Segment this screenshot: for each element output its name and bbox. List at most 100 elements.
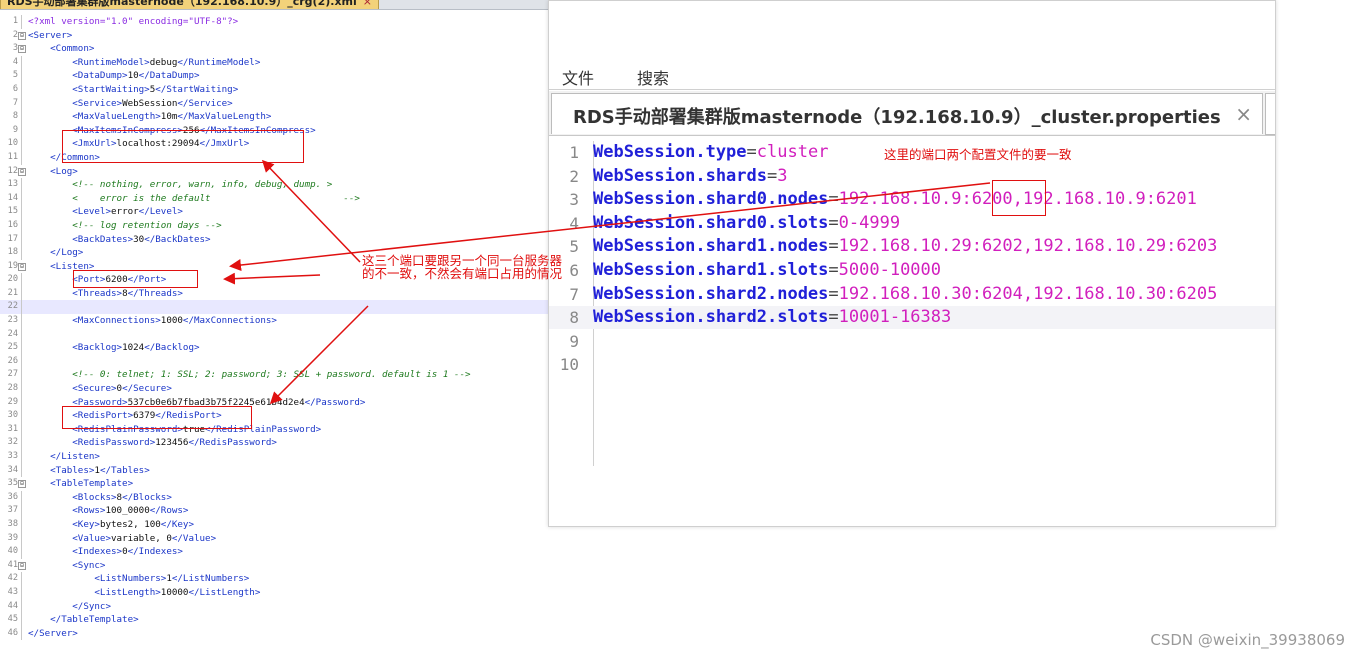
fold-guide bbox=[21, 626, 22, 641]
menu-bar: 文件 搜索 bbox=[549, 67, 1275, 90]
xml-token bbox=[28, 342, 72, 353]
xml-token: </BackDates> bbox=[144, 233, 211, 245]
xml-line-code: <!-- log retention days --> bbox=[28, 219, 222, 233]
menu-file[interactable]: 文件 bbox=[562, 67, 594, 89]
xml-token: <!-- log retention days --> bbox=[72, 219, 222, 231]
xml-code-area[interactable]: 1 <?xml version="1.0" encoding="UTF-8"?> 2… bbox=[0, 15, 548, 641]
property-key: WebSession.type bbox=[593, 142, 747, 162]
fold-toggle-icon[interactable]: ⊟ bbox=[18, 262, 26, 271]
xml-token: debug bbox=[149, 56, 178, 68]
xml-line: 41 ⊟ <Sync> bbox=[0, 559, 548, 573]
xml-token: </MaxValueLength> bbox=[177, 111, 272, 123]
fold-guide bbox=[21, 246, 22, 260]
xml-token bbox=[28, 601, 72, 612]
xml-line-code: <DataDump>10</DataDump> bbox=[28, 69, 199, 83]
xml-line-code: <Indexes>0</Indexes> bbox=[28, 545, 183, 559]
xml-line: 40 <Indexes>0</Indexes> bbox=[0, 545, 548, 559]
xml-line-code: </Log> bbox=[28, 246, 83, 260]
xml-token bbox=[28, 451, 50, 462]
fold-toggle-icon[interactable]: ⊟ bbox=[18, 45, 26, 54]
xml-token bbox=[28, 437, 72, 448]
xml-line: 46 </Server> bbox=[0, 626, 548, 641]
xml-line: 39 <Value>variable, 0</Value> bbox=[0, 531, 548, 546]
xml-token: </ListNumbers> bbox=[171, 573, 250, 585]
xml-token bbox=[28, 533, 72, 544]
highlight-box-redisport bbox=[62, 406, 252, 429]
xml-tab-bar: RDS手动部署集群版masternode（192.168.10.9）_crg(2… bbox=[0, 0, 548, 10]
next-tab-stub[interactable] bbox=[1265, 93, 1275, 135]
fold-guide bbox=[21, 531, 22, 546]
xml-line-code: <MaxValueLength>10m</MaxValueLength> bbox=[28, 110, 271, 124]
xml-token: <RuntimeModel> bbox=[72, 56, 150, 68]
line-number: 8 bbox=[12, 111, 18, 122]
fold-toggle-icon[interactable]: ⊟ bbox=[18, 561, 26, 570]
fold-guide bbox=[21, 572, 22, 586]
xml-line: 33 </Listen> bbox=[0, 450, 548, 464]
xml-token bbox=[28, 614, 50, 625]
xml-line: 12 ⊟ <Log> bbox=[0, 165, 548, 179]
menu-search[interactable]: 搜索 bbox=[637, 67, 669, 89]
properties-code-area[interactable]: 1 WebSession.type=cluster 2 WebSession.shar… bbox=[549, 141, 1275, 471]
fold-guide bbox=[21, 110, 22, 124]
xml-line: 15 <Level>error</Level> bbox=[0, 205, 548, 219]
annotation-ports-consistent: 这里的端口两个配置文件的要一致 bbox=[884, 147, 1072, 162]
line-number: 39 bbox=[7, 532, 18, 543]
line-number: 27 bbox=[7, 369, 18, 380]
line-number: 16 bbox=[7, 219, 18, 230]
property-value: 3 bbox=[777, 165, 788, 186]
xml-token: 123456 bbox=[155, 437, 189, 449]
xml-line: 16 <!-- log retention days --> bbox=[0, 218, 548, 233]
properties-line-code: WebSession.shard2.slots=10001-16383 bbox=[593, 306, 951, 329]
xml-line: 13 <!-- nothing, error, warn, info, debu… bbox=[0, 178, 548, 192]
xml-line: 37 <Rows>100_0000</Rows> bbox=[0, 504, 548, 518]
xml-line-code: <Secure>0</Secure> bbox=[28, 382, 172, 396]
xml-editor-pane: RDS手动部署集群版masternode（192.168.10.9）_crg(2… bbox=[0, 0, 548, 657]
xml-line: 28 <Secure>0</Secure> bbox=[0, 382, 548, 396]
line-number: 30 bbox=[7, 410, 18, 421]
xml-token: < error is the default --> bbox=[72, 192, 360, 204]
xml-token: <Rows> bbox=[72, 505, 106, 517]
fold-guide bbox=[21, 55, 22, 70]
close-icon[interactable]: × bbox=[363, 0, 372, 8]
xml-token bbox=[28, 546, 72, 557]
xml-token: </Sync> bbox=[72, 600, 111, 612]
xml-token bbox=[28, 247, 50, 258]
line-number: 19 bbox=[7, 260, 18, 271]
fold-guide bbox=[21, 504, 22, 518]
xml-line-code: <Key>bytes2, 100</Key> bbox=[28, 518, 194, 532]
xml-line-code: <ListNumbers>1</ListNumbers> bbox=[28, 572, 249, 586]
fold-guide bbox=[21, 96, 22, 111]
fold-toggle-icon[interactable]: ⊟ bbox=[18, 480, 26, 489]
annotation-three-ports-line2: 的不一致，不然会有端口占用的情况 bbox=[362, 266, 563, 281]
xml-token: </Indexes> bbox=[127, 546, 183, 558]
xml-token: </MaxConnections> bbox=[182, 315, 277, 327]
xml-line: 36 <Blocks>8</Blocks> bbox=[0, 490, 548, 505]
close-icon[interactable]: × bbox=[1235, 102, 1252, 126]
xml-line-code: <StartWaiting>5</StartWaiting> bbox=[28, 83, 238, 97]
highlight-box-jmxurl bbox=[62, 130, 304, 163]
xml-token bbox=[28, 111, 72, 122]
property-value: 192.168.10.30:6204,192.168.10.30:6205 bbox=[838, 283, 1218, 304]
xml-token bbox=[28, 274, 72, 285]
xml-file-tab[interactable]: RDS手动部署集群版masternode（192.168.10.9）_crg(2… bbox=[0, 0, 379, 9]
line-number: 40 bbox=[7, 546, 18, 557]
fold-guide bbox=[21, 382, 22, 396]
xml-token: <Service> bbox=[72, 97, 123, 109]
property-equals: = bbox=[828, 212, 839, 233]
xml-token: <?xml version="1.0" encoding="UTF-8"?> bbox=[28, 16, 239, 27]
fold-toggle-icon[interactable]: ⊟ bbox=[18, 167, 26, 176]
properties-line-code: WebSession.shard0.nodes=192.168.10.9:620… bbox=[593, 188, 1197, 211]
fold-guide bbox=[21, 517, 22, 532]
xml-token: bytes2, 100 bbox=[99, 518, 161, 530]
xml-token: <Backlog> bbox=[72, 342, 123, 354]
property-key: WebSession.shard0.nodes bbox=[593, 189, 829, 210]
fold-toggle-icon[interactable]: ⊟ bbox=[18, 31, 26, 40]
fold-guide bbox=[21, 436, 22, 450]
properties-file-tab[interactable]: RDS手动部署集群版masternode（192.168.10.9）_clust… bbox=[551, 93, 1263, 134]
xml-line: 43 <ListLength>10000</ListLength> bbox=[0, 585, 548, 600]
xml-line: 25 <Backlog>1024</Backlog> bbox=[0, 341, 548, 355]
property-equals: = bbox=[828, 283, 839, 304]
property-key: WebSession.shard0.slots bbox=[593, 212, 829, 233]
properties-line-code: WebSession.shards=3 bbox=[593, 165, 788, 188]
properties-tab-strip: RDS手动部署集群版masternode（192.168.10.9）_clust… bbox=[549, 91, 1275, 136]
